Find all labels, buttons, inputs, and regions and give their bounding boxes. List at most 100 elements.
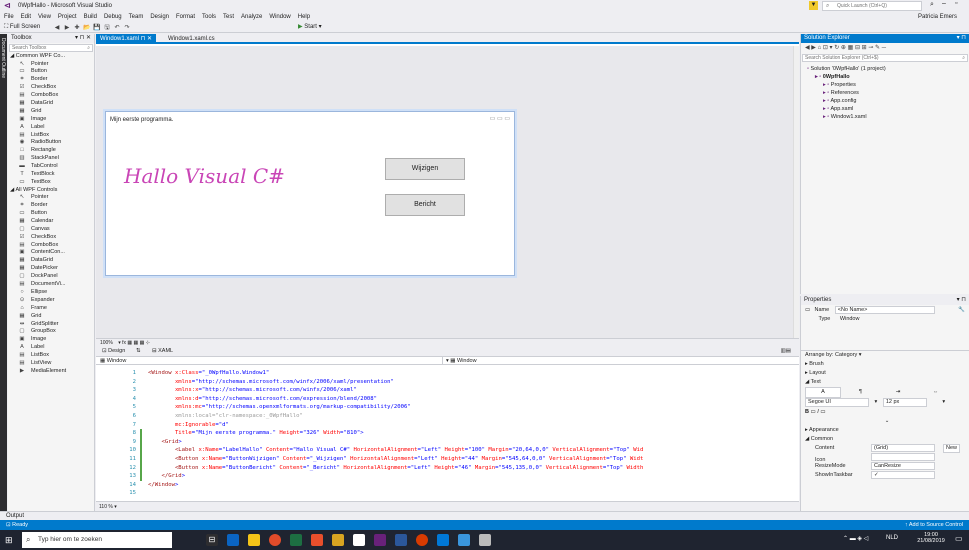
undo-icon[interactable]: ↶ [113,24,121,32]
toolbox-item-pointer[interactable]: ↖ Pointer [8,61,94,69]
toolbox-item-image[interactable]: ▣ Image [8,116,94,124]
toolbox-item-button[interactable]: ▭ Button [8,210,94,218]
code-line[interactable]: 11 <Button x:Name="ButtonWijzigen" Conte… [96,455,799,464]
add-to-source-control-button[interactable]: ↑ Add to Source Control [905,520,963,530]
menu-item-analyze[interactable]: Analyze [241,12,262,22]
paragraph-tab-icon[interactable]: ¶ [843,388,879,397]
design-surface[interactable]: Mijn eerste programma. ▭ ▭ ▭ Hallo Visua… [96,46,799,338]
code-line[interactable]: 3 xmlns:x="http://schemas.microsoft.com/… [96,386,799,395]
app-icon-8[interactable] [353,534,365,546]
solution-tree-item[interactable]: ▸ ▫ References [801,89,969,97]
toolbox-item-datagrid[interactable]: ▦ DataGrid [8,257,94,265]
toolbox-item-mediaelement[interactable]: ▶ MediaElement [8,368,94,376]
toolbox-item-combobox[interactable]: ▤ ComboBox [8,92,94,100]
text-category[interactable]: ◢ Text [801,378,969,387]
maximize-button[interactable]: ▫ [955,0,957,7]
brush-category[interactable]: ▸ Brush [801,360,969,369]
toolbox-item-groupbox[interactable]: ▢ GroupBox [8,328,94,336]
toolbox-item-tabcontrol[interactable]: ▬ TabControl [8,163,94,171]
design-view-tab[interactable]: ⊡ Design [102,347,125,356]
toolbox-item-grid[interactable]: ▦ Grid [8,313,94,321]
element-selector-left[interactable]: ▦ Window [100,357,126,365]
font-family-select[interactable]: Segoe UI [805,398,869,407]
toolbox-item-datagrid[interactable]: ▦ DataGrid [8,100,94,108]
toolbox-item-border[interactable]: ⌗ Border [8,76,94,84]
code-line[interactable]: 15 [96,489,799,498]
taskbar-search-input[interactable]: ⌕ Typ hier om te zoeken [22,532,172,548]
toolbox-item-combobox[interactable]: ▤ ComboBox [8,242,94,250]
property-value[interactable] [871,453,935,461]
solution-explorer-toolbar[interactable]: ◀ ▶ ⌂ ⊡ ▾ ↻ ⊕ ▦ ⊟ ⊞ ⊸ ✎ ─ [801,43,969,53]
toolbox-item-listbox[interactable]: ▤ ListBox [8,132,94,140]
design-vertical-scrollbar[interactable] [793,46,799,338]
bericht-button[interactable]: Bericht [385,194,465,216]
menu-item-team[interactable]: Team [129,12,144,22]
strikethrough-icon[interactable]: ▭ [811,409,816,415]
toolbox-item-listview[interactable]: ▤ ListView [8,360,94,368]
toolbox-group-all[interactable]: ◢ All WPF Controls [8,187,94,195]
expand-more-icon[interactable]: ⌄ [801,417,969,426]
redo-icon[interactable]: ↷ [123,24,131,32]
output-tab[interactable]: Output [0,511,969,520]
document-outline-strip[interactable]: Document Outline [0,34,7,511]
app-icon-14[interactable] [479,534,491,546]
code-line[interactable]: 6 xmlns:local="clr-namespace:_0WpfHallo" [96,412,799,421]
name-input[interactable]: <No Name> [834,306,935,314]
app-icon-6[interactable] [311,534,323,546]
italic-icon[interactable]: I [817,409,819,415]
toolbox-item-canvas[interactable]: ▢ Canvas [8,226,94,234]
solution-tree-item[interactable]: ▸ ▫ App.config [801,97,969,105]
underline-icon[interactable]: ▭ [820,409,825,415]
menu-item-view[interactable]: View [38,12,51,22]
xaml-view-tab[interactable]: ⊟ XAML [152,347,173,356]
toolbox-item-datepicker[interactable]: ▦ DatePicker [8,265,94,273]
menu-item-format[interactable]: Format [176,12,195,22]
forward-icon[interactable]: ▶ [63,24,71,32]
code-line[interactable]: 5 xmlns:mc="http://schemas.openxmlformat… [96,403,799,412]
font-size-select[interactable]: 12 px [882,398,927,407]
indent-tab-icon[interactable]: ⇥ [880,388,916,397]
notifications-icon[interactable]: ▭ [955,534,963,543]
code-line[interactable]: 2 xmlns="http://schemas.microsoft.com/wi… [96,378,799,387]
appearance-category[interactable]: ▸ Appearance [801,426,969,435]
app-icon-11[interactable] [416,534,428,546]
code-zoom-level[interactable]: 110 % [99,504,113,510]
solution-tree-item[interactable]: ▫ Solution '0WpfHallo' (1 project) [801,65,969,73]
back-icon[interactable]: ◀ [53,24,61,32]
toolbox-item-border[interactable]: ⌗ Border [8,202,94,210]
app-icon-12[interactable] [437,534,449,546]
property-value[interactable]: (Grid) [871,444,935,452]
toolbox-item-expander[interactable]: ⊙ Expander [8,297,94,305]
menu-item-test[interactable]: Test [223,12,234,22]
quick-launch-input[interactable]: ⌕ Quick Launch (Ctrl+Q) [822,1,922,11]
toolbox-search-input[interactable]: Search Toolbox ⌕ [9,44,93,52]
fullscreen-button[interactable]: ⛶ Full Screen [4,23,40,32]
split-view-icon[interactable]: ▥▤ [781,347,791,356]
toolbox-item-textblock[interactable]: T TextBlock [8,171,94,179]
code-line[interactable]: 9 <Grid> [96,437,799,447]
toolbox-item-pointer[interactable]: ↖ Pointer [8,194,94,202]
layout-category[interactable]: ▸ Layout [801,369,969,378]
toolbox-item-contentcon-[interactable]: ▣ ContentCon... [8,249,94,257]
font-size-dropdown-icon[interactable]: ▾ [942,399,945,405]
menu-item-file[interactable]: File [4,12,14,22]
pin-icon[interactable]: ▾ ⊓ [957,296,966,305]
xaml-code-editor[interactable]: 1 <Window x:Class="_0WpfHallo.Window1" 2 x… [96,365,799,501]
edge-app-icon[interactable] [227,534,239,546]
menu-item-project[interactable]: Project [58,12,77,22]
menu-item-design[interactable]: Design [150,12,169,22]
toolbox-group-common[interactable]: ◢ Common WPF Co... [8,53,94,61]
word-app-icon[interactable] [395,534,407,546]
fx-icon[interactable]: ▾ fx ▦ ▦ ▦ ⊹ [118,340,150,346]
solution-tree-item[interactable]: ▸ ▫ Window1.xaml [801,113,969,121]
new-project-icon[interactable]: ✚ [73,24,81,32]
code-line[interactable]: 4 xmlns:d="http://schemas.microsoft.com/… [96,395,799,404]
toolbox-item-frame[interactable]: ⌂ Frame [8,305,94,313]
pin-icon[interactable]: ▾ ⊓ ✕ [75,34,91,43]
save-icon[interactable]: 💾 [93,24,101,32]
tab-window1-xaml-cs[interactable]: Window1.xaml.cs [164,34,219,44]
designer-window[interactable]: Mijn eerste programma. ▭ ▭ ▭ Hallo Visua… [105,111,515,276]
toolbox-item-checkbox[interactable]: ☑ CheckBox [8,234,94,242]
code-line[interactable]: 8 Title="Mijn eerste programma." Height=… [96,429,799,438]
toolbox-item-listbox[interactable]: ▤ ListBox [8,352,94,360]
